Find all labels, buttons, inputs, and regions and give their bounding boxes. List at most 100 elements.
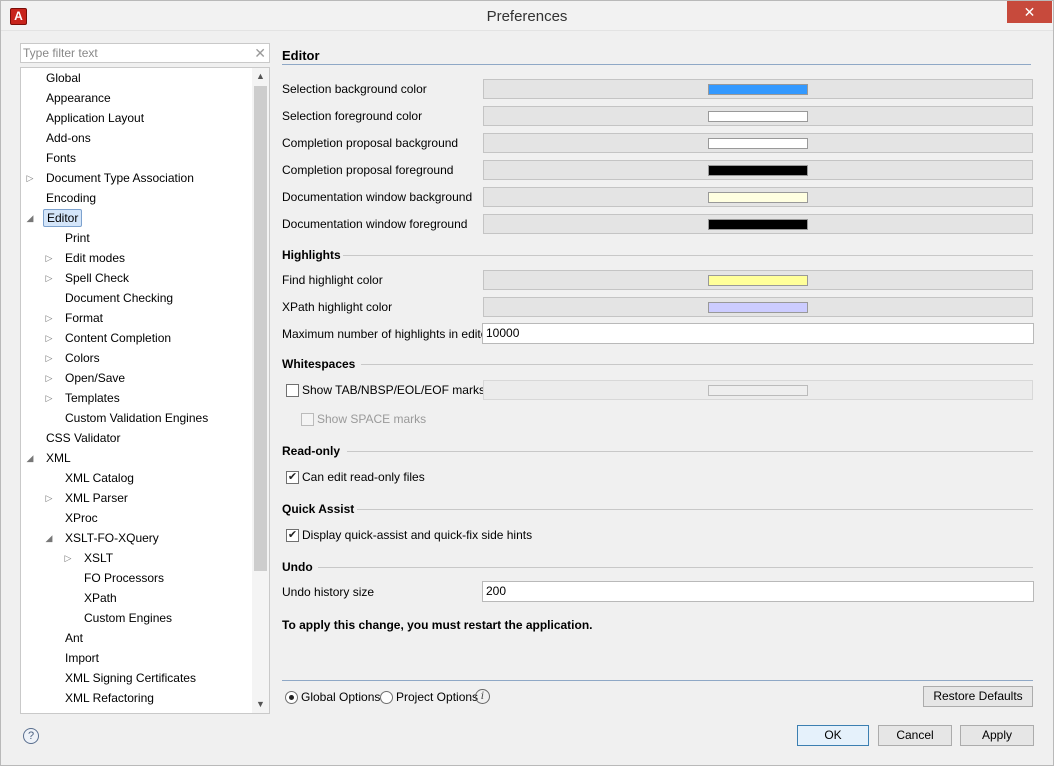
tree-item[interactable]: Global	[21, 68, 253, 88]
title-bar: A Preferences ✕	[1, 1, 1053, 31]
apply-button[interactable]: Apply	[960, 725, 1034, 746]
scroll-thumb[interactable]	[254, 86, 267, 571]
tree-item[interactable]: XML Catalog	[21, 468, 253, 488]
cancel-button[interactable]: Cancel	[878, 725, 952, 746]
project-options-radio[interactable]	[380, 691, 393, 704]
xpath-highlight-label: XPath highlight color	[282, 300, 393, 314]
clear-filter-icon[interactable]: ✕	[254, 45, 266, 61]
tree-item[interactable]: ◢ XML	[21, 448, 253, 468]
help-icon[interactable]: ?	[23, 728, 39, 744]
tree-item[interactable]: ▷ Document Type Association	[21, 168, 253, 188]
can-edit-readonly-label: Can edit read-only files	[302, 470, 425, 484]
color-swatch	[708, 138, 808, 149]
tree-item[interactable]: ◢ XSLT-FO-XQuery	[21, 528, 253, 548]
collapsed-arrow-icon[interactable]: ▷	[63, 548, 73, 568]
collapsed-arrow-icon[interactable]: ▷	[44, 388, 54, 408]
whitespace-marks-swatch	[708, 385, 808, 396]
show-space-checkbox[interactable]	[301, 413, 314, 426]
xpath-highlight-swatch	[708, 302, 808, 313]
tree-item[interactable]: XML Signing Certificates	[21, 668, 253, 688]
tree-item[interactable]: ▷ Format	[21, 308, 253, 328]
tree-item[interactable]: Fonts	[21, 148, 253, 168]
tree-item[interactable]: ▷ Templates	[21, 388, 253, 408]
tree-scrollbar[interactable]: ▲ ▼	[252, 68, 269, 713]
tree-item-label: Ant	[65, 631, 84, 645]
tree-item[interactable]: ▷ Spell Check	[21, 268, 253, 288]
expanded-arrow-icon[interactable]: ◢	[25, 448, 35, 468]
scroll-up-icon[interactable]: ▲	[252, 68, 269, 85]
color-picker-button[interactable]	[483, 187, 1033, 207]
tree-item[interactable]: XProc	[21, 508, 253, 528]
preferences-window: A Preferences ✕ ✕ Global Appearance Applic…	[0, 0, 1054, 766]
tree-item-label: Custom Validation Engines	[65, 411, 209, 425]
color-picker-button[interactable]	[483, 214, 1033, 234]
undo-divider	[318, 567, 1033, 568]
restore-defaults-button[interactable]: Restore Defaults	[923, 686, 1033, 707]
collapsed-arrow-icon[interactable]: ▷	[44, 268, 54, 288]
tree-item[interactable]: ▷ Content Completion	[21, 328, 253, 348]
tree-item-label: Import	[65, 651, 100, 665]
max-highlights-label: Maximum number of highlights in editor	[282, 327, 492, 341]
tree-item[interactable]: Document Checking	[21, 288, 253, 308]
scroll-down-icon[interactable]: ▼	[252, 696, 269, 713]
quick-assist-checkbox[interactable]: ✔	[286, 529, 299, 542]
project-options-label: Project Options	[396, 690, 479, 704]
color-picker-button[interactable]	[483, 106, 1033, 126]
tree-item-label: XSLT-FO-XQuery	[65, 531, 159, 545]
tree-item[interactable]: XPath	[21, 588, 253, 608]
collapsed-arrow-icon[interactable]: ▷	[44, 368, 54, 388]
undo-heading: Undo	[282, 560, 313, 574]
collapsed-arrow-icon[interactable]: ▷	[44, 328, 54, 348]
expanded-arrow-icon[interactable]: ◢	[44, 528, 54, 548]
collapsed-arrow-icon[interactable]: ▷	[44, 488, 54, 508]
collapsed-arrow-icon[interactable]: ▷	[25, 168, 35, 188]
tree-item[interactable]: Custom Engines	[21, 608, 253, 628]
expanded-arrow-icon[interactable]: ◢	[25, 208, 35, 228]
preferences-tree: Global Appearance Application Layout Add-on…	[20, 67, 270, 714]
tree-item[interactable]: ▷ Open/Save	[21, 368, 253, 388]
tree-item[interactable]: ▷ XSLT	[21, 548, 253, 568]
restart-notice: To apply this change, you must restart t…	[282, 618, 593, 632]
quick-assist-divider	[357, 509, 1033, 510]
info-icon[interactable]: i	[475, 689, 490, 704]
tree-item[interactable]: Application Layout	[21, 108, 253, 128]
tree-item-label: Edit modes	[65, 251, 126, 265]
tree-item[interactable]: Import	[21, 648, 253, 668]
collapsed-arrow-icon[interactable]: ▷	[44, 348, 54, 368]
global-options-radio-dot	[289, 695, 294, 700]
tree-item[interactable]: XML Refactoring	[21, 688, 253, 708]
find-highlight-color-button[interactable]	[483, 270, 1033, 290]
max-highlights-input[interactable]: 10000	[482, 323, 1034, 344]
global-options-radio[interactable]	[285, 691, 298, 704]
color-picker-button[interactable]	[483, 160, 1033, 180]
tree-item[interactable]: ▷ Colors	[21, 348, 253, 368]
show-marks-checkbox[interactable]	[286, 384, 299, 397]
collapsed-arrow-icon[interactable]: ▷	[44, 248, 54, 268]
undo-history-label: Undo history size	[282, 585, 375, 599]
tree-item[interactable]: Print	[21, 228, 253, 248]
can-edit-readonly-checkbox[interactable]: ✔	[286, 471, 299, 484]
collapsed-arrow-icon[interactable]: ▷	[44, 308, 54, 328]
tree-item[interactable]: FO Processors	[21, 568, 253, 588]
tree-item[interactable]: Encoding	[21, 188, 253, 208]
tree-item[interactable]: Custom Validation Engines	[21, 408, 253, 428]
undo-history-input[interactable]: 200	[482, 581, 1034, 602]
close-window-button[interactable]: ✕	[1007, 1, 1052, 23]
tree-item[interactable]: ▷ Edit modes	[21, 248, 253, 268]
tree-item-label: Colors	[65, 351, 100, 365]
tree-item-label: Encoding	[46, 191, 97, 205]
xpath-highlight-color-button[interactable]	[483, 297, 1033, 317]
tree-item[interactable]: Appearance	[21, 88, 253, 108]
tree-item[interactable]: ◢ Editor	[21, 208, 253, 228]
tree-item[interactable]: Ant	[21, 628, 253, 648]
color-picker-button[interactable]	[483, 79, 1033, 99]
tree-item[interactable]: Add-ons	[21, 128, 253, 148]
tree-item[interactable]: CSS Validator	[21, 428, 253, 448]
tree-item-label: Custom Engines	[84, 611, 173, 625]
ok-button[interactable]: OK	[797, 725, 869, 746]
page-title-divider	[282, 64, 1031, 65]
tree-item[interactable]: ▷ XML Parser	[21, 488, 253, 508]
filter-input[interactable]	[23, 45, 249, 61]
color-picker-button[interactable]	[483, 133, 1033, 153]
color-row-label: Completion proposal background	[282, 136, 459, 150]
